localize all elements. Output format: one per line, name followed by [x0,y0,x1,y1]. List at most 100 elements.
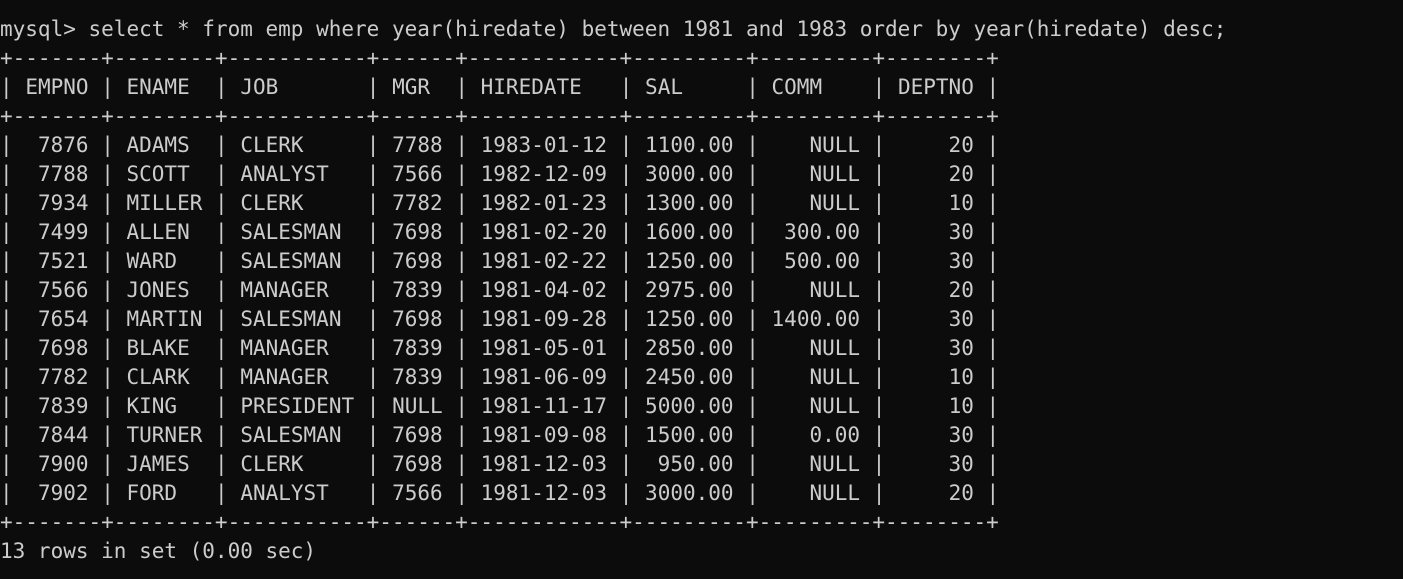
table-row: | 7934 | MILLER | CLERK | 7782 | 1982-01… [0,191,1000,215]
table-cell: 7839 [37,394,89,418]
table-row: | 7521 | WARD | SALESMAN | 7698 | 1981-0… [0,249,1000,273]
table-cell: 30 [948,336,974,360]
table-row: | 7654 | MARTIN | SALESMAN | 7698 | 1981… [0,307,1000,331]
table-cell: 1981-06-09 [480,365,608,389]
table-cell: 950.00 [657,452,734,476]
table-cell: 7934 [37,191,89,215]
table-row: | 7566 | JONES | MANAGER | 7839 | 1981-0… [0,278,1000,302]
table-cell: BLAKE [126,336,190,360]
table-cell: 30 [948,220,974,244]
table-cell: FORD [126,481,178,505]
table-cell: 10 [948,394,974,418]
table-cell: 7839 [392,365,443,389]
table-cell: ALLEN [126,220,190,244]
table-row: | 7698 | BLAKE | MANAGER | 7839 | 1981-0… [0,336,1000,360]
table-cell: 20 [948,481,974,505]
terminal-window[interactable]: mysql> select * from emp where year(hire… [0,0,1403,579]
table-cell: 7521 [37,249,89,273]
table-row: | 7902 | FORD | ANALYST | 7566 | 1981-12… [0,481,1000,505]
table-row: | 7499 | ALLEN | SALESMAN | 7698 | 1981-… [0,220,1000,244]
table-cell: 7782 [392,191,443,215]
table-cell: CLERK [240,133,304,157]
table-cell: 30 [948,452,974,476]
table-cell: MARTIN [126,307,203,331]
table-cell: KING [126,394,178,418]
command-line: mysql> select * from emp where year(hire… [0,15,1403,44]
table-cell: CLARK [126,365,190,389]
table-cell: 3000.00 [645,481,734,505]
table-cell: 1600.00 [645,220,734,244]
table-cell: NULL [392,394,443,418]
table-cell: JAMES [126,452,190,476]
table-cell: NULL [809,452,860,476]
mysql-prompt: mysql> [0,17,89,41]
table-cell: 10 [948,191,974,215]
table-cell: 20 [948,162,974,186]
table-border: +-------+--------+-----------+------+---… [0,510,999,534]
table-cell: ANALYST [240,481,329,505]
table-cell: 500.00 [784,249,861,273]
table-row: | 7782 | CLARK | MANAGER | 7839 | 1981-0… [0,365,1000,389]
table-cell: NULL [809,191,861,215]
table-cell: 7698 [392,452,443,476]
column-header: ENAME [126,75,190,99]
table-row: | 7844 | TURNER | SALESMAN | 7698 | 1981… [0,423,1000,447]
table-cell: 7698 [392,249,443,273]
sql-command: select * from emp where year(hiredate) b… [88,17,1227,41]
table-border: +-------+--------+-----------+------+---… [0,46,999,70]
column-header: DEPTNO [897,75,974,99]
table-cell: ADAMS [126,133,190,157]
column-header: HIREDATE [480,75,582,99]
table-cell: 7698 [392,307,443,331]
table-cell: MANAGER [240,336,329,360]
table-cell: 2450.00 [645,365,734,389]
table-cell: 7788 [37,162,89,186]
table-cell: TURNER [126,423,203,447]
table-cell: 1981-11-17 [480,394,608,418]
table-cell: 1982-01-23 [480,191,608,215]
table-cell: 20 [948,278,974,302]
table-cell: 30 [948,307,974,331]
table-cell: SALESMAN [240,220,342,244]
table-cell: 7698 [392,220,443,244]
table-cell: 30 [948,249,974,273]
table-cell: MANAGER [240,278,329,302]
table-cell: 1250.00 [645,249,734,273]
table-cell: 1500.00 [645,423,734,447]
table-cell: MANAGER [240,365,329,389]
table-cell: CLERK [240,452,304,476]
table-cell: 7566 [392,481,443,505]
table-cell: NULL [809,481,861,505]
table-cell: 7788 [392,133,443,157]
table-cell: 1981-12-03 [480,481,608,505]
table-cell: SCOTT [126,162,190,186]
table-cell: NULL [809,394,861,418]
table-cell: ANALYST [240,162,329,186]
table-cell: SALESMAN [240,423,342,447]
table-cell: 7782 [37,365,89,389]
table-cell: 1981-12-03 [480,452,608,476]
table-header: | EMPNO | ENAME | JOB | MGR | HIREDATE |… [0,75,1000,99]
table-cell: 30 [948,423,974,447]
table-cell: WARD [126,249,178,273]
table-cell: 7839 [392,278,443,302]
table-cell: 7902 [37,481,89,505]
table-cell: NULL [809,278,861,302]
table-cell: 1100.00 [645,133,734,157]
table-cell: 1981-02-22 [480,249,608,273]
table-cell: 7876 [37,133,89,157]
table-cell: 10 [948,365,974,389]
table-cell: 7844 [37,423,89,447]
table-row: | 7788 | SCOTT | ANALYST | 7566 | 1982-1… [0,162,1000,186]
table-cell: 7698 [392,423,443,447]
table-cell: 1400.00 [771,307,861,331]
column-header: JOB [240,75,279,99]
table-cell: 20 [948,133,974,157]
table-cell: 300.00 [784,220,861,244]
column-header: MGR [392,75,431,99]
table-row: | 7876 | ADAMS | CLERK | 7788 | 1983-01-… [0,133,1000,157]
table-cell: 1981-09-08 [480,423,608,447]
table-cell: 1981-09-28 [480,307,608,331]
table-cell: 7900 [37,452,89,476]
table-cell: 2850.00 [645,336,734,360]
